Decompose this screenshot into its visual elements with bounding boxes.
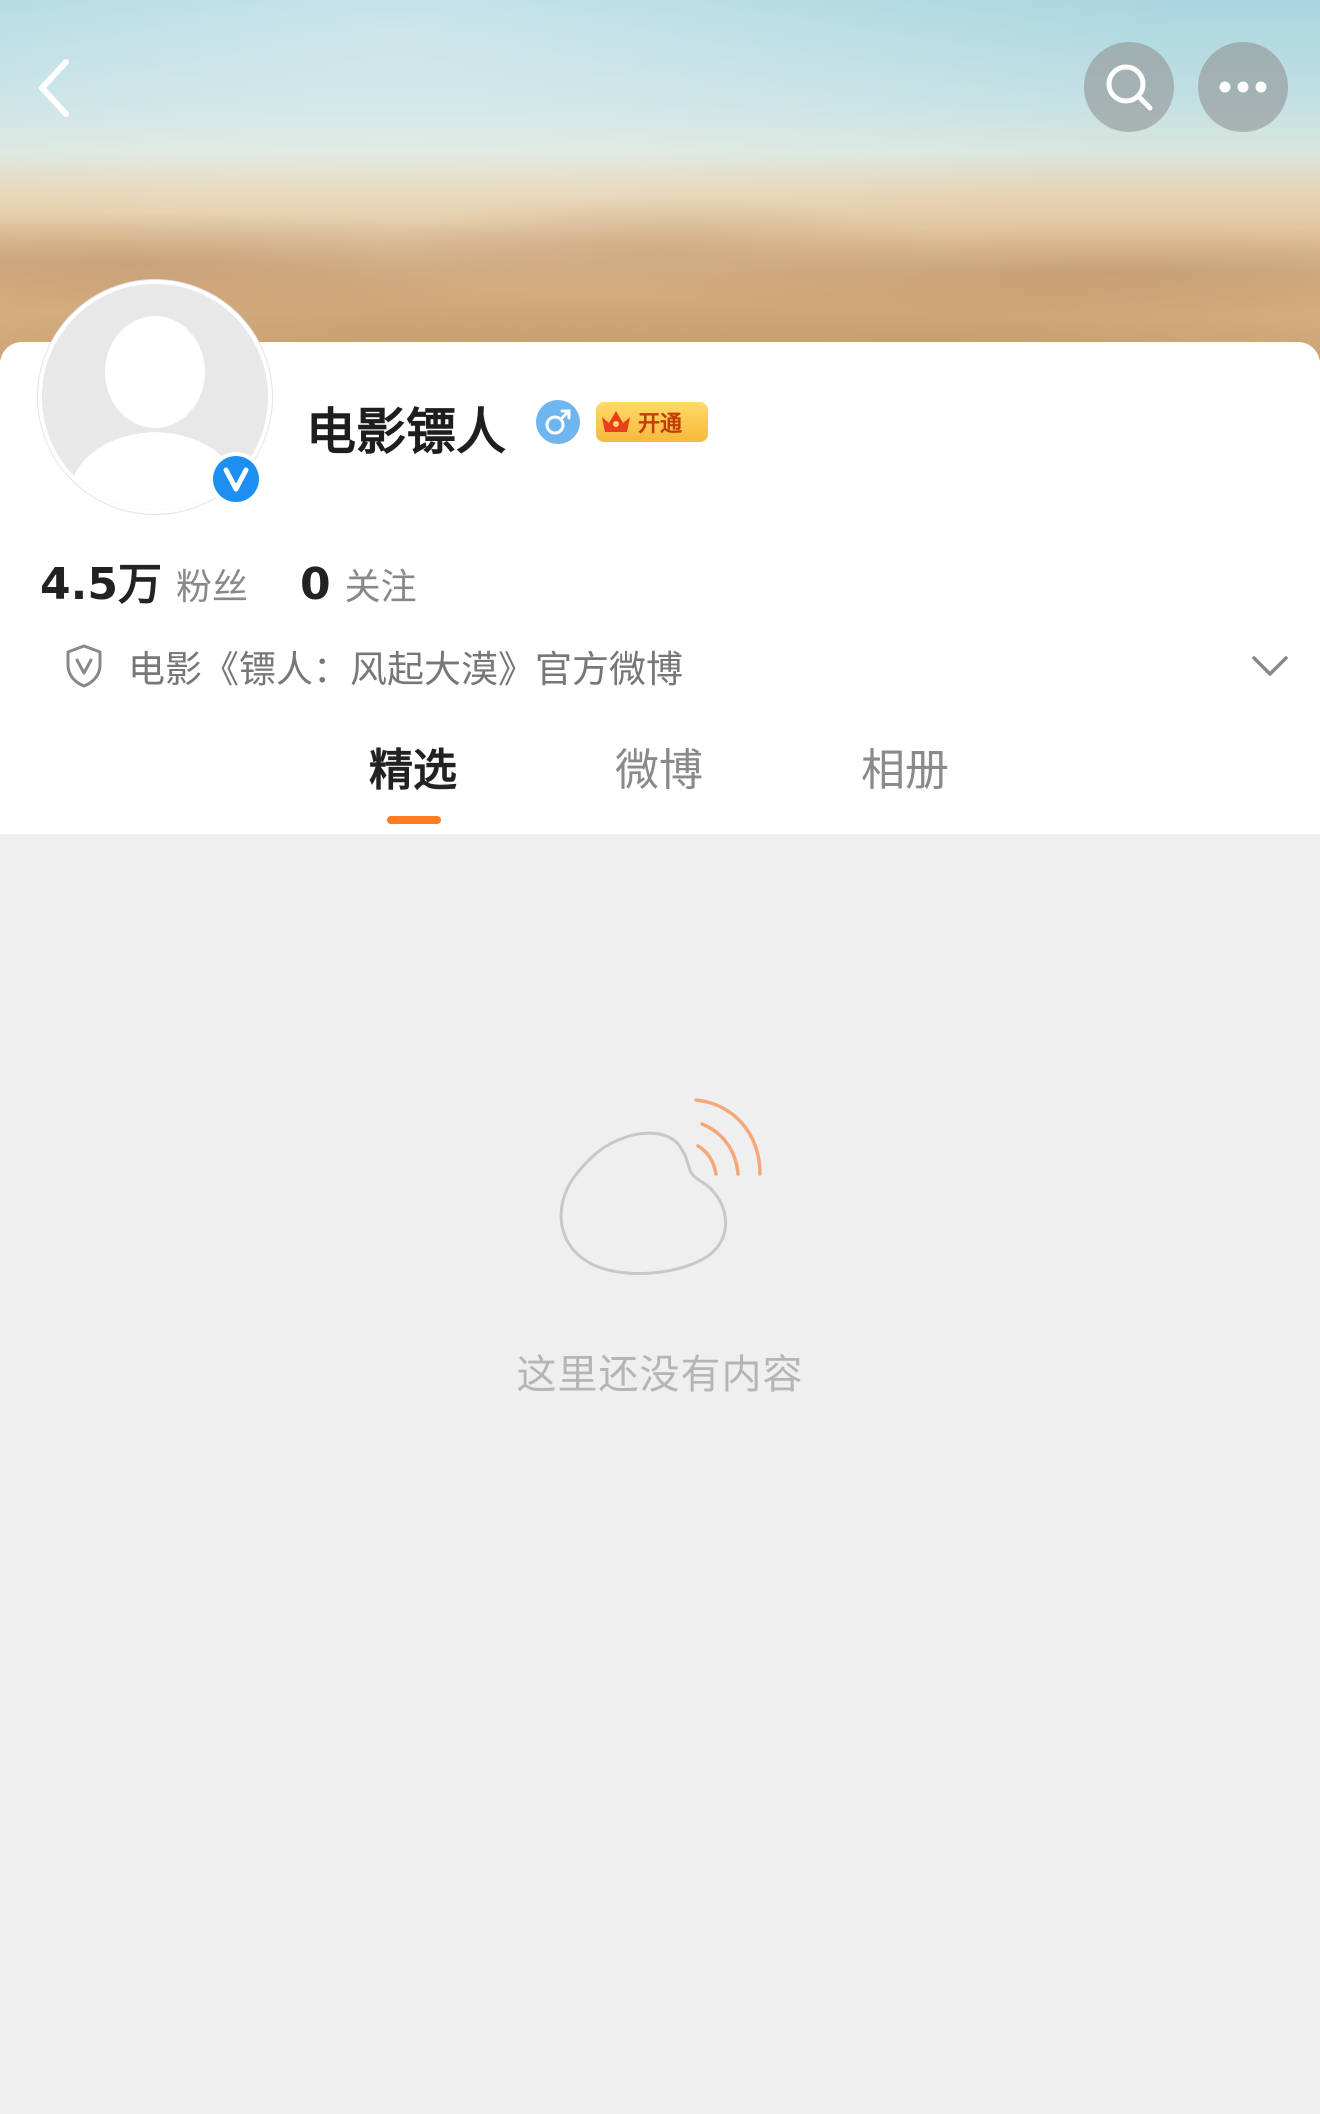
vip-label: 开通 <box>638 412 683 437</box>
tab-featured[interactable]: 精选 <box>313 740 513 830</box>
following-count[interactable]: 0 <box>300 559 331 610</box>
followers-label[interactable]: 粉丝 <box>176 558 248 610</box>
profile-name: 电影镖人 <box>306 403 506 461</box>
gender-badge <box>536 400 580 444</box>
verified-badge <box>209 452 263 506</box>
verification-description[interactable]: 电影《镖人：风起大漠》官方微博 <box>62 638 1292 694</box>
tab-active-indicator <box>387 816 441 824</box>
followers-count[interactable]: 4.5万 <box>40 548 162 612</box>
tab-weibo-label: 微博 <box>615 745 703 796</box>
description-text: 电影《镖人：风起大漠》官方微博 <box>128 648 683 691</box>
more-dots-icon <box>1219 81 1267 93</box>
tab-weibo[interactable]: 微博 <box>559 740 759 830</box>
search-icon <box>1106 64 1153 111</box>
empty-message: 这里还没有内容 <box>516 1352 804 1398</box>
tab-album-label: 相册 <box>861 745 949 796</box>
tab-bar: 精选 微博 相册 <box>0 740 1320 834</box>
vip-open-button[interactable]: 开通 <box>596 402 708 442</box>
tab-album[interactable]: 相册 <box>805 740 1005 830</box>
following-label[interactable]: 关注 <box>345 558 417 610</box>
weibo-empty-icon <box>559 1098 762 1275</box>
chevron-left-icon <box>39 59 69 117</box>
search-button[interactable] <box>1084 42 1174 132</box>
tab-featured-label: 精选 <box>369 745 457 796</box>
chevron-down-icon[interactable] <box>1248 644 1292 688</box>
shield-icon <box>62 642 106 690</box>
more-button[interactable] <box>1198 42 1288 132</box>
verified-v-icon <box>213 456 259 502</box>
male-icon <box>545 409 571 435</box>
crown-icon <box>596 402 636 442</box>
back-button[interactable] <box>22 48 86 128</box>
stats-row: 4.5万 粉丝 0 关注 <box>40 548 417 610</box>
